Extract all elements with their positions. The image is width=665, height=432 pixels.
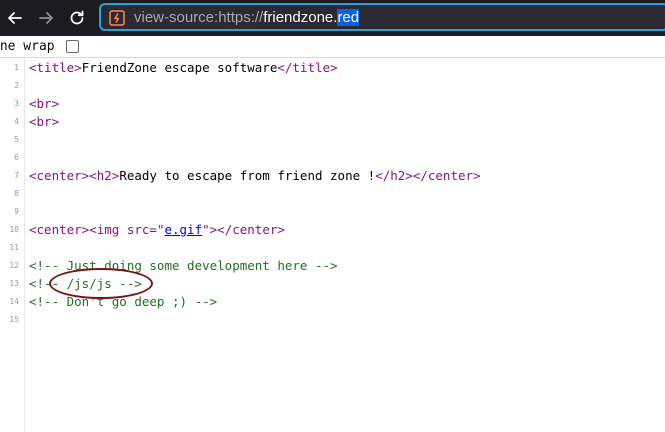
h2-open-tag: <center><h2> [29, 168, 120, 183]
url-host: friendzone. [263, 9, 338, 26]
br-tag: <br> [29, 114, 60, 129]
line-number: 3 [14, 99, 19, 108]
source-line-1: <title>FriendZone escape software</title… [29, 59, 338, 77]
source-line-3: <br> [29, 95, 59, 113]
line-number: 11 [9, 243, 19, 252]
title-open-tag: <title> [29, 60, 82, 75]
line-number: 15 [9, 315, 19, 324]
url-bar[interactable]: view-source:https://friendzone.red [99, 3, 665, 31]
line-wrap-checkbox[interactable] [66, 40, 79, 53]
line-number: 10 [9, 225, 19, 234]
image-source-link[interactable]: e.gif [164, 222, 202, 237]
url-prefix: view-source:https:// [134, 9, 264, 26]
br-tag: <br> [29, 96, 60, 111]
h2-close-tag: </h2></center> [375, 168, 481, 183]
line-number-gutter: 1 2 3 4 5 6 7 8 9 10 11 12 13 14 15 [0, 58, 25, 432]
forward-button[interactable] [33, 5, 59, 31]
back-button[interactable] [2, 5, 28, 31]
browser-toolbar: view-source:https://friendzone.red [0, 0, 665, 36]
title-close-tag: </title> [277, 60, 338, 75]
reload-icon [70, 10, 84, 25]
source-line-7: <center><h2>Ready to escape from friend … [29, 167, 481, 185]
reload-button[interactable] [64, 5, 90, 31]
line-number: 6 [14, 153, 19, 162]
line-number: 5 [14, 135, 19, 144]
url-text[interactable]: view-source:https://friendzone.red [134, 9, 360, 26]
line-number: 8 [14, 189, 19, 198]
title-text: FriendZone escape software [81, 60, 278, 75]
src-attribute: src [126, 222, 150, 237]
img-open-tag: <center><img [29, 222, 127, 237]
source-line-4: <br> [29, 113, 59, 131]
url-tld-selected: red [337, 9, 360, 26]
line-number: 14 [9, 297, 19, 306]
view-source-options: ine wrap [0, 36, 665, 58]
page-source-icon [109, 10, 125, 26]
highlight-circle-annotation [49, 268, 153, 299]
heading-text: Ready to escape from friend zone ! [119, 168, 376, 183]
attr-equals: =" [149, 222, 165, 237]
line-number: 1 [14, 63, 19, 72]
forward-arrow-icon [39, 12, 53, 24]
source-line-10: <center><img src="e.gif"></center> [29, 221, 285, 239]
back-arrow-icon [8, 12, 22, 24]
line-number: 12 [9, 261, 19, 270]
line-number: 2 [14, 81, 19, 90]
line-number: 9 [14, 207, 19, 216]
line-wrap-label: ine wrap [0, 39, 55, 54]
line-number: 13 [9, 279, 19, 288]
line-number: 7 [14, 171, 19, 180]
img-close-tag: "></center> [202, 222, 285, 237]
line-number: 4 [14, 117, 19, 126]
